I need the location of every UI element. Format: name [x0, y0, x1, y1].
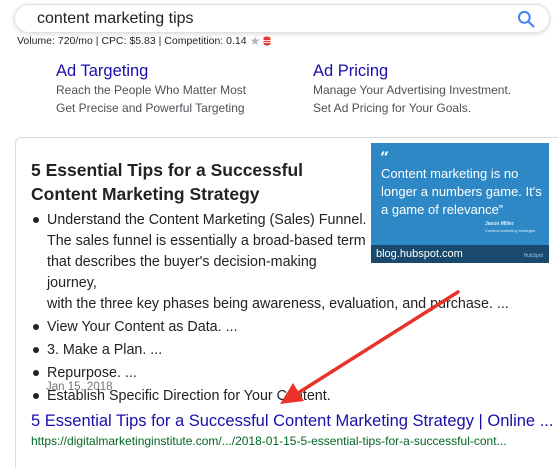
sitelink-title[interactable]: Ad Pricing	[313, 61, 511, 81]
sitelink-desc-line: Reach the People Who Matter Most	[56, 83, 247, 97]
snippet-date: Jan 15, 2018	[46, 381, 113, 393]
list-item-title: Establish Specific Direction for Your Co…	[47, 388, 331, 404]
keyword-stats-text: Volume: 720/mo | CPC: $5.83 | Competitio…	[17, 35, 247, 47]
sitelink-desc-line: Set Ad Pricing for Your Goals.	[313, 101, 472, 115]
star-icon[interactable]: ★	[250, 35, 261, 47]
search-bar	[14, 4, 550, 33]
snippet-heading: 5 Essential Tips for a Successful Conten…	[31, 160, 304, 204]
list-item-desc-cont: with the three key phases being awarenes…	[47, 296, 509, 312]
list-item: Understand the Content Marketing (Sales)…	[31, 210, 551, 315]
sitelink-ad-pricing: Ad Pricing Manage Your Advertising Inves…	[313, 61, 511, 117]
list-item-title: 3. Make a Plan. ...	[47, 342, 163, 358]
list-item: 3. Make a Plan. ...	[31, 340, 551, 361]
search-input[interactable]	[37, 8, 507, 30]
keyword-stats-bar: Volume: 720/mo | CPC: $5.83 | Competitio…	[17, 35, 271, 47]
list-item-title: Repurpose. ...	[47, 365, 137, 381]
featured-snippet: 5 Essential Tips for a Successful Conten…	[15, 137, 558, 468]
result-url: https://digitalmarketinginstitute.com/..…	[31, 434, 507, 448]
sitelink-desc-line: Manage Your Advertising Investment.	[313, 83, 512, 97]
sitelink-ad-targeting: Ad Targeting Reach the People Who Matter…	[56, 61, 246, 117]
snippet-list: Understand the Content Marketing (Sales)…	[31, 210, 551, 409]
list-item-desc: The sales funnel is essentially a broad-…	[47, 233, 366, 291]
sitelink-title[interactable]: Ad Targeting	[56, 61, 246, 81]
database-icon[interactable]	[263, 36, 271, 46]
list-item: View Your Content as Data. ...	[31, 317, 551, 338]
result-title-link[interactable]: 5 Essential Tips for a Successful Conten…	[31, 412, 553, 431]
sitelink-desc-line: Get Precise and Powerful Targeting	[56, 101, 245, 115]
list-item-title: View Your Content as Data. ...	[47, 319, 238, 335]
search-icon[interactable]	[516, 9, 536, 29]
list-item-title: Understand the Content Marketing (Sales)…	[47, 212, 367, 228]
